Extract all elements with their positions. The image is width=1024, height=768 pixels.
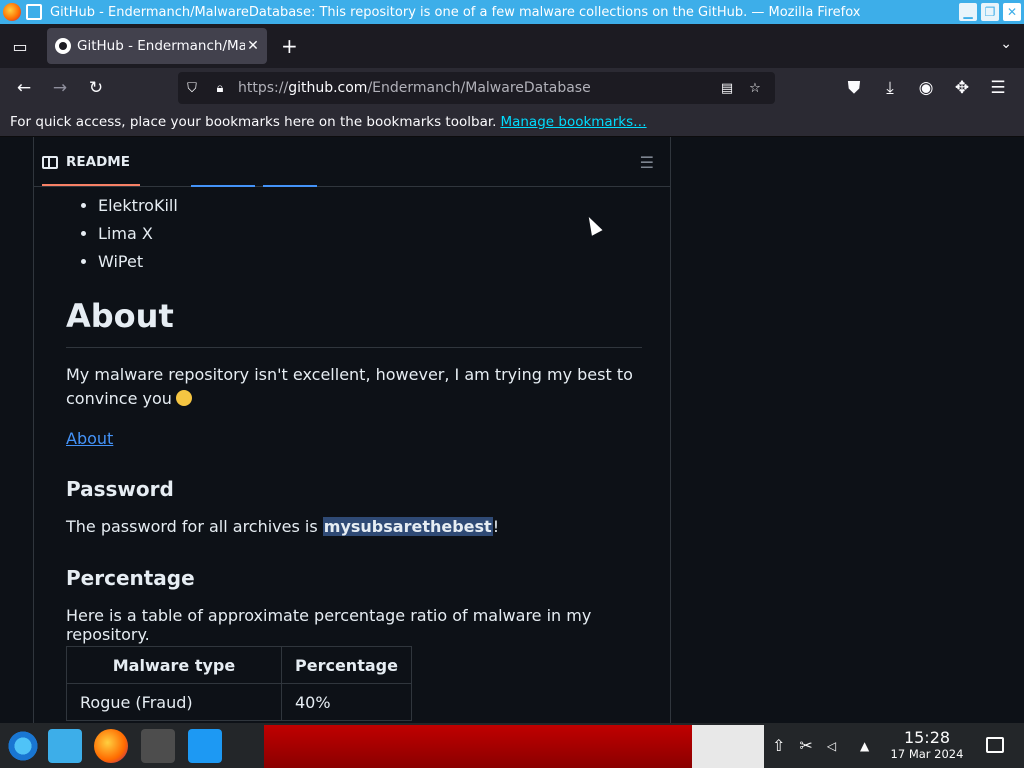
readme-header: README ☰ [34,137,670,187]
readme-container: README ☰ ElektroKill Lima X WiPet About … [33,137,671,723]
about-paragraph: My malware repository isn't excellent, h… [66,365,633,408]
clock[interactable]: 15:28 17 Mar 2024 [888,728,966,762]
malware-percentage-table: Malware type Percentage Rogue (Fraud) 40… [66,646,412,721]
update-icon[interactable]: ⇧ [772,736,785,755]
forward-button[interactable]: → [42,72,78,104]
volume-icon[interactable]: ◁ [827,739,836,753]
about-link[interactable]: About [66,429,113,448]
book-icon [42,155,58,169]
pocket-icon[interactable]: ⛊ [836,72,872,104]
heading-divider [66,347,642,348]
system-tray: ⇧ ✂ ◁ ▲ [770,723,869,768]
url-bar[interactable]: ⛉ 🔒︎ https://github.com/Endermanch/Malwa… [178,72,775,104]
table-cell: 40% [281,683,412,721]
table-row: Rogue (Fraud) 40% [66,683,412,721]
tracking-protection-shield-icon[interactable]: ⛉ [178,81,206,96]
firefox-taskbar-icon[interactable] [94,729,128,763]
password-value[interactable]: mysubsarethebest [322,517,493,536]
bookmarks-toolbar: For quick access, place your bookmarks h… [0,108,1024,137]
back-button[interactable]: ← [6,72,42,104]
tray-expand-icon[interactable]: ▲ [860,739,869,753]
list-item: ElektroKill [98,195,178,223]
bookmark-star-icon[interactable]: ☆ [741,81,769,96]
malware-list: ElektroKill Lima X WiPet [98,195,178,279]
downloads-icon[interactable]: ⤓ [872,72,908,104]
outline-list-icon[interactable]: ☰ [640,153,654,172]
window-title: GitHub - Endermanch/MalwareDatabase: Thi… [50,4,861,20]
link-underline-partial [263,185,317,187]
page-viewport[interactable]: README ☰ ElektroKill Lima X WiPet About … [0,137,1024,723]
account-icon[interactable]: ◉ [908,72,944,104]
about-heading: About [66,297,174,335]
taskbar-wallpaper-area [264,725,764,768]
firefox-icon [3,3,21,21]
password-paragraph: The password for all archives is mysubsa… [66,517,500,536]
readme-tab-underline [42,184,140,186]
github-icon [55,38,71,54]
screenshot-scissors-icon[interactable]: ✂ [799,736,812,755]
url-text[interactable]: https://github.com/Endermanch/MalwareDat… [238,80,713,96]
column-header: Percentage [281,646,412,684]
tab-strip: ▭ GitHub - Endermanch/Ma ✕ + ⌄ [0,24,1024,68]
system-settings-icon[interactable] [141,729,175,763]
navigation-toolbar: ← → ↻ ⛉ 🔒︎ https://github.com/Endermanch… [0,68,1024,108]
lock-icon[interactable]: 🔒︎ [206,81,234,96]
window-menu-icon[interactable] [26,4,42,20]
minimize-button[interactable]: ▁ [959,3,977,21]
close-window-button[interactable]: ✕ [1003,3,1021,21]
firefox-view-icon[interactable]: ▭ [0,24,40,68]
list-item: WiPet [98,251,178,279]
tab-close-icon[interactable]: ✕ [245,38,261,54]
manage-bookmarks-link[interactable]: Manage bookmarks… [500,114,646,130]
browser-tab-active[interactable]: GitHub - Endermanch/Ma ✕ [47,28,267,64]
reload-button[interactable]: ↻ [78,72,114,104]
new-tab-button[interactable]: + [281,34,298,58]
window-titlebar: GitHub - Endermanch/MalwareDatabase: Thi… [0,0,1024,24]
show-desktop-icon[interactable] [986,737,1004,753]
maximize-button[interactable]: ❐ [981,3,999,21]
kde-icon[interactable] [188,729,222,763]
link-underline-partial [191,185,255,187]
extensions-icon[interactable]: ✥ [944,72,980,104]
file-manager-icon[interactable] [48,729,82,763]
reader-view-icon[interactable]: ▤ [713,81,741,96]
table-cell: Rogue (Fraud) [66,683,282,721]
bookmarks-hint: For quick access, place your bookmarks h… [10,114,497,130]
readme-tab-label: README [66,154,130,170]
percentage-heading: Percentage [66,566,195,590]
percentage-paragraph: Here is a table of approximate percentag… [66,606,592,644]
app-menu-icon[interactable]: ☰ [980,72,1016,104]
clock-date: 17 Mar 2024 [890,747,964,761]
table-header-row: Malware type Percentage [66,646,412,684]
application-launcher-icon[interactable] [6,729,40,763]
clock-time: 15:28 [903,728,951,747]
column-header: Malware type [66,646,282,684]
password-heading: Password [66,477,174,501]
readme-tab[interactable]: README [42,137,130,187]
tab-label: GitHub - Endermanch/Ma [77,38,245,54]
list-all-tabs-icon[interactable]: ⌄ [1000,36,1012,52]
grinning-emoji-icon [175,390,192,406]
list-item: Lima X [98,223,178,251]
taskbar: ⇧ ✂ ◁ ▲ 15:28 17 Mar 2024 [0,723,1024,768]
